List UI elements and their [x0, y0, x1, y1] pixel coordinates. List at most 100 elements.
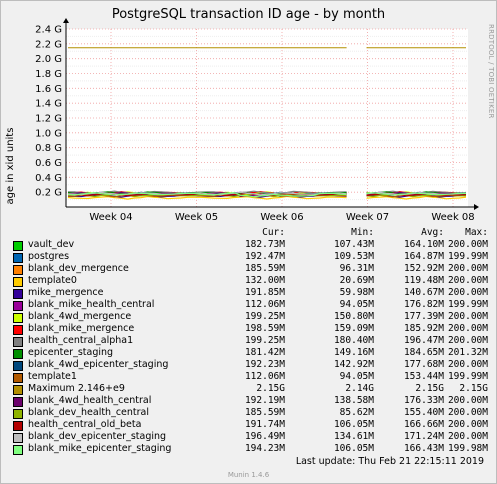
- legend-series-name: blank_4wd_epicenter_staging: [28, 359, 169, 370]
- legend-swatch: [13, 397, 23, 407]
- legend-series-name: Maximum 2.146+e9: [28, 383, 125, 394]
- x-tick-label: Week 05: [175, 212, 218, 223]
- x-axis-arrow: [474, 204, 479, 210]
- legend-swatch: [13, 361, 23, 371]
- legend-row: blank_dev_health_central 185.59M 85.62M 155…: [1, 407, 496, 419]
- legend-swatch: [13, 265, 23, 275]
- legend-series-name: health_central_alpha1: [28, 335, 134, 346]
- legend-cur-value: 182.73M: [244, 239, 285, 250]
- y-tick-label: 1.0 G: [35, 128, 62, 139]
- legend-header-max: Max:: [465, 227, 488, 238]
- legend-row: template1 112.06M 94.05M 153.44M 199.99M: [1, 371, 496, 383]
- legend-row: blank_4wd_epicenter_staging 192.23M 142.92…: [1, 359, 496, 371]
- legend-row: blank_mike_epicenter_staging 194.23M 106.0…: [1, 443, 496, 455]
- legend-min-value: 94.05M: [339, 371, 374, 382]
- legend-row: blank_4wd_mergence 199.25M 150.80M 177.39M 2…: [1, 311, 496, 323]
- legend-cur-value: 191.85M: [244, 287, 285, 298]
- y-axis-arrow: [63, 18, 69, 23]
- legend-min-value: 96.31M: [339, 263, 374, 274]
- munin-graph: PostgreSQL transaction ID age - by month…: [0, 0, 497, 484]
- legend-min-value: 149.16M: [333, 347, 374, 358]
- legend-max-value: 200.00M: [447, 263, 488, 274]
- munin-version: Munin 1.4.6: [227, 471, 270, 479]
- legend-series-name: blank_4wd_mergence: [28, 311, 132, 322]
- legend-row: epicenter_staging 181.42M 149.16M 184.65M 20…: [1, 347, 496, 359]
- legend-swatch: [13, 385, 23, 395]
- legend-swatch: [13, 421, 23, 431]
- y-tick-label: 1.8 G: [35, 69, 62, 80]
- legend-series-name: blank_dev_health_central: [28, 407, 150, 418]
- legend-row: blank_4wd_health_central 192.19M 138.58M 17…: [1, 395, 496, 407]
- legend-cur-value: 2.15G: [256, 383, 285, 394]
- legend-cur-value: 198.59M: [244, 323, 285, 334]
- legend-min-value: 142.92M: [333, 359, 374, 370]
- legend-min-value: 150.80M: [333, 311, 374, 322]
- legend-max-value: 201.32M: [447, 347, 488, 358]
- chart-canvas: 0.2 G 0.4 G 0.6 G 0.8 G 1.0 G 1.2 G 1.4 G 1.6 G…: [35, 18, 479, 223]
- y-tick-label: 0.2 G: [35, 188, 62, 199]
- y-tick-label: 2.4 G: [35, 25, 62, 36]
- legend-row: vault_dev 182.73M 107.43M 164.10M 200.00M: [1, 239, 496, 251]
- legend-series-name: vault_dev: [28, 239, 75, 250]
- legend-swatch: [13, 433, 23, 443]
- y-tick-label: 1.6 G: [35, 84, 62, 95]
- legend-series-name: template0: [28, 275, 77, 286]
- legend-series-name: mike_mergence: [28, 287, 104, 298]
- legend-cur-value: 199.25M: [244, 311, 285, 322]
- legend-row: postgres 192.47M 109.53M 164.87M 199.99M: [1, 251, 496, 263]
- y-tick-label: 0.6 G: [35, 158, 62, 169]
- legend-swatch: [13, 409, 23, 419]
- legend-max-value: 200.00M: [447, 323, 488, 334]
- legend-cur-value: 132.00M: [244, 275, 285, 286]
- legend-max-value: 200.00M: [447, 275, 488, 286]
- legend-swatch: [13, 241, 23, 251]
- legend-min-value: 85.62M: [339, 407, 374, 418]
- legend-row: health_central_old_beta 191.74M 106.05M 166…: [1, 419, 496, 431]
- legend-max-value: 200.00M: [447, 239, 488, 250]
- legend-series-name: template1: [28, 371, 77, 382]
- legend-cur-value: 192.19M: [244, 395, 285, 406]
- y-tick-label: 0.8 G: [35, 143, 62, 154]
- legend-min-value: 20.69M: [339, 275, 374, 286]
- legend-max-value: 200.00M: [447, 311, 488, 322]
- y-tick-label: 1.4 G: [35, 99, 62, 110]
- legend-max-value: 200.00M: [447, 359, 488, 370]
- legend-min-value: 134.61M: [333, 431, 374, 442]
- legend-row: template0 132.00M 20.69M 119.48M 200.00M: [1, 275, 496, 287]
- legend-row: blank_mike_health_central 112.06M 94.05M 17…: [1, 299, 496, 311]
- y-tick-label: 2.0 G: [35, 54, 62, 65]
- legend-max-value: 2.15G: [459, 383, 488, 394]
- legend-swatch: [13, 325, 23, 335]
- legend-min-value: 106.05M: [333, 443, 374, 454]
- legend-row: Maximum 2.146+e9 2.15G 2.14G 2.15G 2.15G: [1, 383, 496, 395]
- legend-max-value: 200.00M: [447, 335, 488, 346]
- legend-max-value: 200.00M: [447, 419, 488, 430]
- legend-cur-value: 199.25M: [244, 335, 285, 346]
- legend-cur-value: 196.49M: [244, 431, 285, 442]
- y-tick-label: 1.2 G: [35, 114, 62, 125]
- legend-row: blank_dev_epicenter_staging 196.49M 134.61…: [1, 431, 496, 443]
- legend-row: mike_mergence 191.85M 59.98M 140.67M 200.00M: [1, 287, 496, 299]
- legend-min-value: 2.14G: [345, 383, 374, 394]
- legend-swatch: [13, 373, 23, 383]
- x-tick-label: Week 04: [89, 212, 132, 223]
- legend-min-value: 106.05M: [333, 419, 374, 430]
- legend-cur-value: 191.74M: [244, 419, 285, 430]
- x-tick-label: Week 06: [260, 212, 303, 223]
- legend-swatch: [13, 349, 23, 359]
- legend-series-name: blank_mike_health_central: [28, 299, 155, 310]
- y-tick-label: 2.2 G: [35, 39, 62, 50]
- legend-min-value: 138.58M: [333, 395, 374, 406]
- legend-series-name: blank_mike_epicenter_staging: [28, 443, 172, 454]
- legend-min-value: 159.09M: [333, 323, 374, 334]
- legend-cur-value: 185.59M: [244, 263, 285, 274]
- legend-max-value: 200.00M: [447, 407, 488, 418]
- legend-cur-value: 192.23M: [244, 359, 285, 370]
- legend-row: blank_mike_mergence 198.59M 159.09M 185.92M…: [1, 323, 496, 335]
- legend-header-cur: Cur:: [262, 227, 285, 238]
- legend-swatch: [13, 445, 23, 455]
- legend-min-value: 180.40M: [333, 335, 374, 346]
- legend-header-min: Min:: [351, 227, 374, 238]
- legend-swatch: [13, 289, 23, 299]
- legend-max-value: 199.99M: [447, 299, 488, 310]
